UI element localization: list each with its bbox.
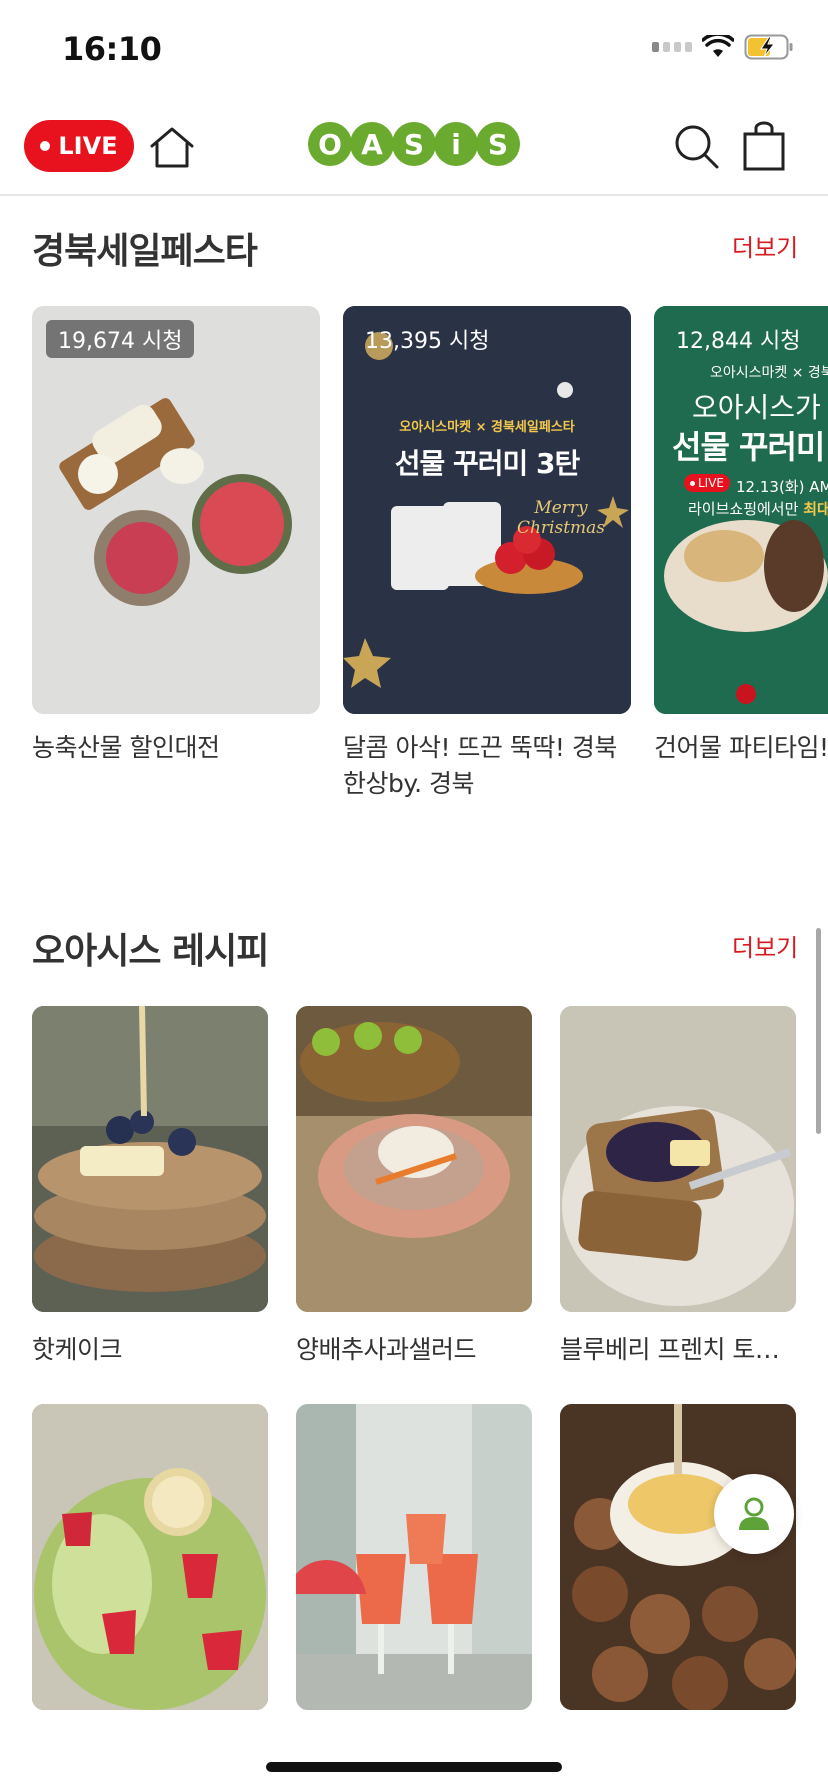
- recipe-thumbnail: [296, 1006, 532, 1312]
- recipe-thumbnail: [32, 1006, 268, 1312]
- recipe-card[interactable]: [32, 1006, 268, 1312]
- festival-more-link[interactable]: 더보기: [732, 228, 798, 263]
- live-button[interactable]: LIVE: [24, 120, 134, 172]
- poster-live-badge: LIVE: [684, 474, 731, 492]
- poster-live-label: LIVE: [698, 476, 725, 490]
- status-bar: 16:10: [0, 0, 828, 98]
- live-label: LIVE: [58, 132, 118, 160]
- status-time: 16:10: [62, 30, 162, 68]
- recipe-name[interactable]: 핫케이크: [32, 1330, 268, 1366]
- recipe-card[interactable]: [296, 1404, 532, 1710]
- live-card-caption[interactable]: 달콤 아삭! 뜨끈 뚝딱! 경북 한상by. 경북: [343, 730, 631, 802]
- logo-letter: A: [350, 122, 394, 166]
- view-count-badge: 13,395 시청: [365, 329, 490, 354]
- poster-sub: 오아시스가: [692, 391, 821, 424]
- app-header: LIVE O A S i S: [0, 98, 828, 196]
- poster-brand: 오아시스마켓 × 경북세일페스타: [399, 420, 575, 435]
- logo-letter: O: [308, 122, 352, 166]
- live-dot-icon: [40, 141, 51, 151]
- poster-date: 12.13(화) AM 11: [736, 478, 828, 496]
- battery-charging-icon: [744, 34, 793, 60]
- view-count-badge: 19,674 시청: [46, 320, 195, 358]
- live-card-caption[interactable]: 건어물 파티타임!: [654, 730, 828, 766]
- poster-title: 선물 꾸러미: [672, 428, 825, 466]
- card-thumbnail: [32, 306, 320, 714]
- oasis-logo[interactable]: O A S i S: [308, 122, 520, 166]
- recipe-more-link[interactable]: 더보기: [732, 928, 798, 963]
- home-indicator: [266, 1762, 562, 1772]
- recipe-card[interactable]: [32, 1404, 268, 1710]
- signal-icon: [652, 42, 692, 52]
- live-card[interactable]: 19,674 시청: [32, 306, 320, 714]
- festival-section-title: 경북세일페스타: [32, 231, 258, 272]
- profile-icon: [739, 1497, 769, 1530]
- recipe-card[interactable]: [560, 1006, 796, 1312]
- shopping-bag-icon[interactable]: [740, 120, 788, 172]
- live-card[interactable]: 오아시스마켓 × 경북세일페스타 선물 꾸러미 3탄 Merry Christm…: [343, 306, 631, 714]
- poster-line-text: 라이브쇼핑에서만: [688, 500, 799, 518]
- logo-letter: i: [434, 122, 478, 166]
- recipe-thumbnail: [32, 1404, 268, 1710]
- poster-line-bold: 최대: [803, 500, 828, 518]
- poster-line: 라이브쇼핑에서만 최대: [688, 498, 828, 519]
- recipe-name[interactable]: 블루베리 프렌치 토스트: [560, 1330, 796, 1366]
- home-icon[interactable]: [148, 124, 196, 172]
- scroll-indicator[interactable]: [816, 928, 821, 1134]
- logo-letter: S: [392, 122, 436, 166]
- profile-fab-button[interactable]: [714, 1474, 794, 1554]
- wifi-icon: [702, 35, 734, 57]
- recipe-thumbnail: [560, 1404, 796, 1710]
- recipe-section-title: 오아시스 레시피: [32, 931, 269, 972]
- recipe-card[interactable]: [560, 1404, 796, 1710]
- status-icons: [652, 34, 794, 60]
- logo-letter: S: [476, 122, 520, 166]
- poster-script: Merry Christmas: [516, 498, 606, 538]
- view-count-badge: 12,844 시청: [676, 329, 801, 354]
- recipe-thumbnail: [560, 1006, 796, 1312]
- recipe-name[interactable]: 양배추사과샐러드: [296, 1330, 532, 1366]
- recipe-thumbnail: [296, 1404, 532, 1710]
- live-card[interactable]: 오아시스마켓 × 경북 오아시스가 선물 꾸러미 LIVE 12.13(화) A…: [654, 306, 828, 714]
- search-icon[interactable]: [672, 122, 720, 170]
- live-card-caption[interactable]: 농축산물 할인대전: [32, 730, 320, 766]
- recipe-card[interactable]: [296, 1006, 532, 1312]
- poster-title: 선물 꾸러미 3탄: [394, 447, 581, 480]
- poster-brand: 오아시스마켓 × 경북: [710, 365, 828, 381]
